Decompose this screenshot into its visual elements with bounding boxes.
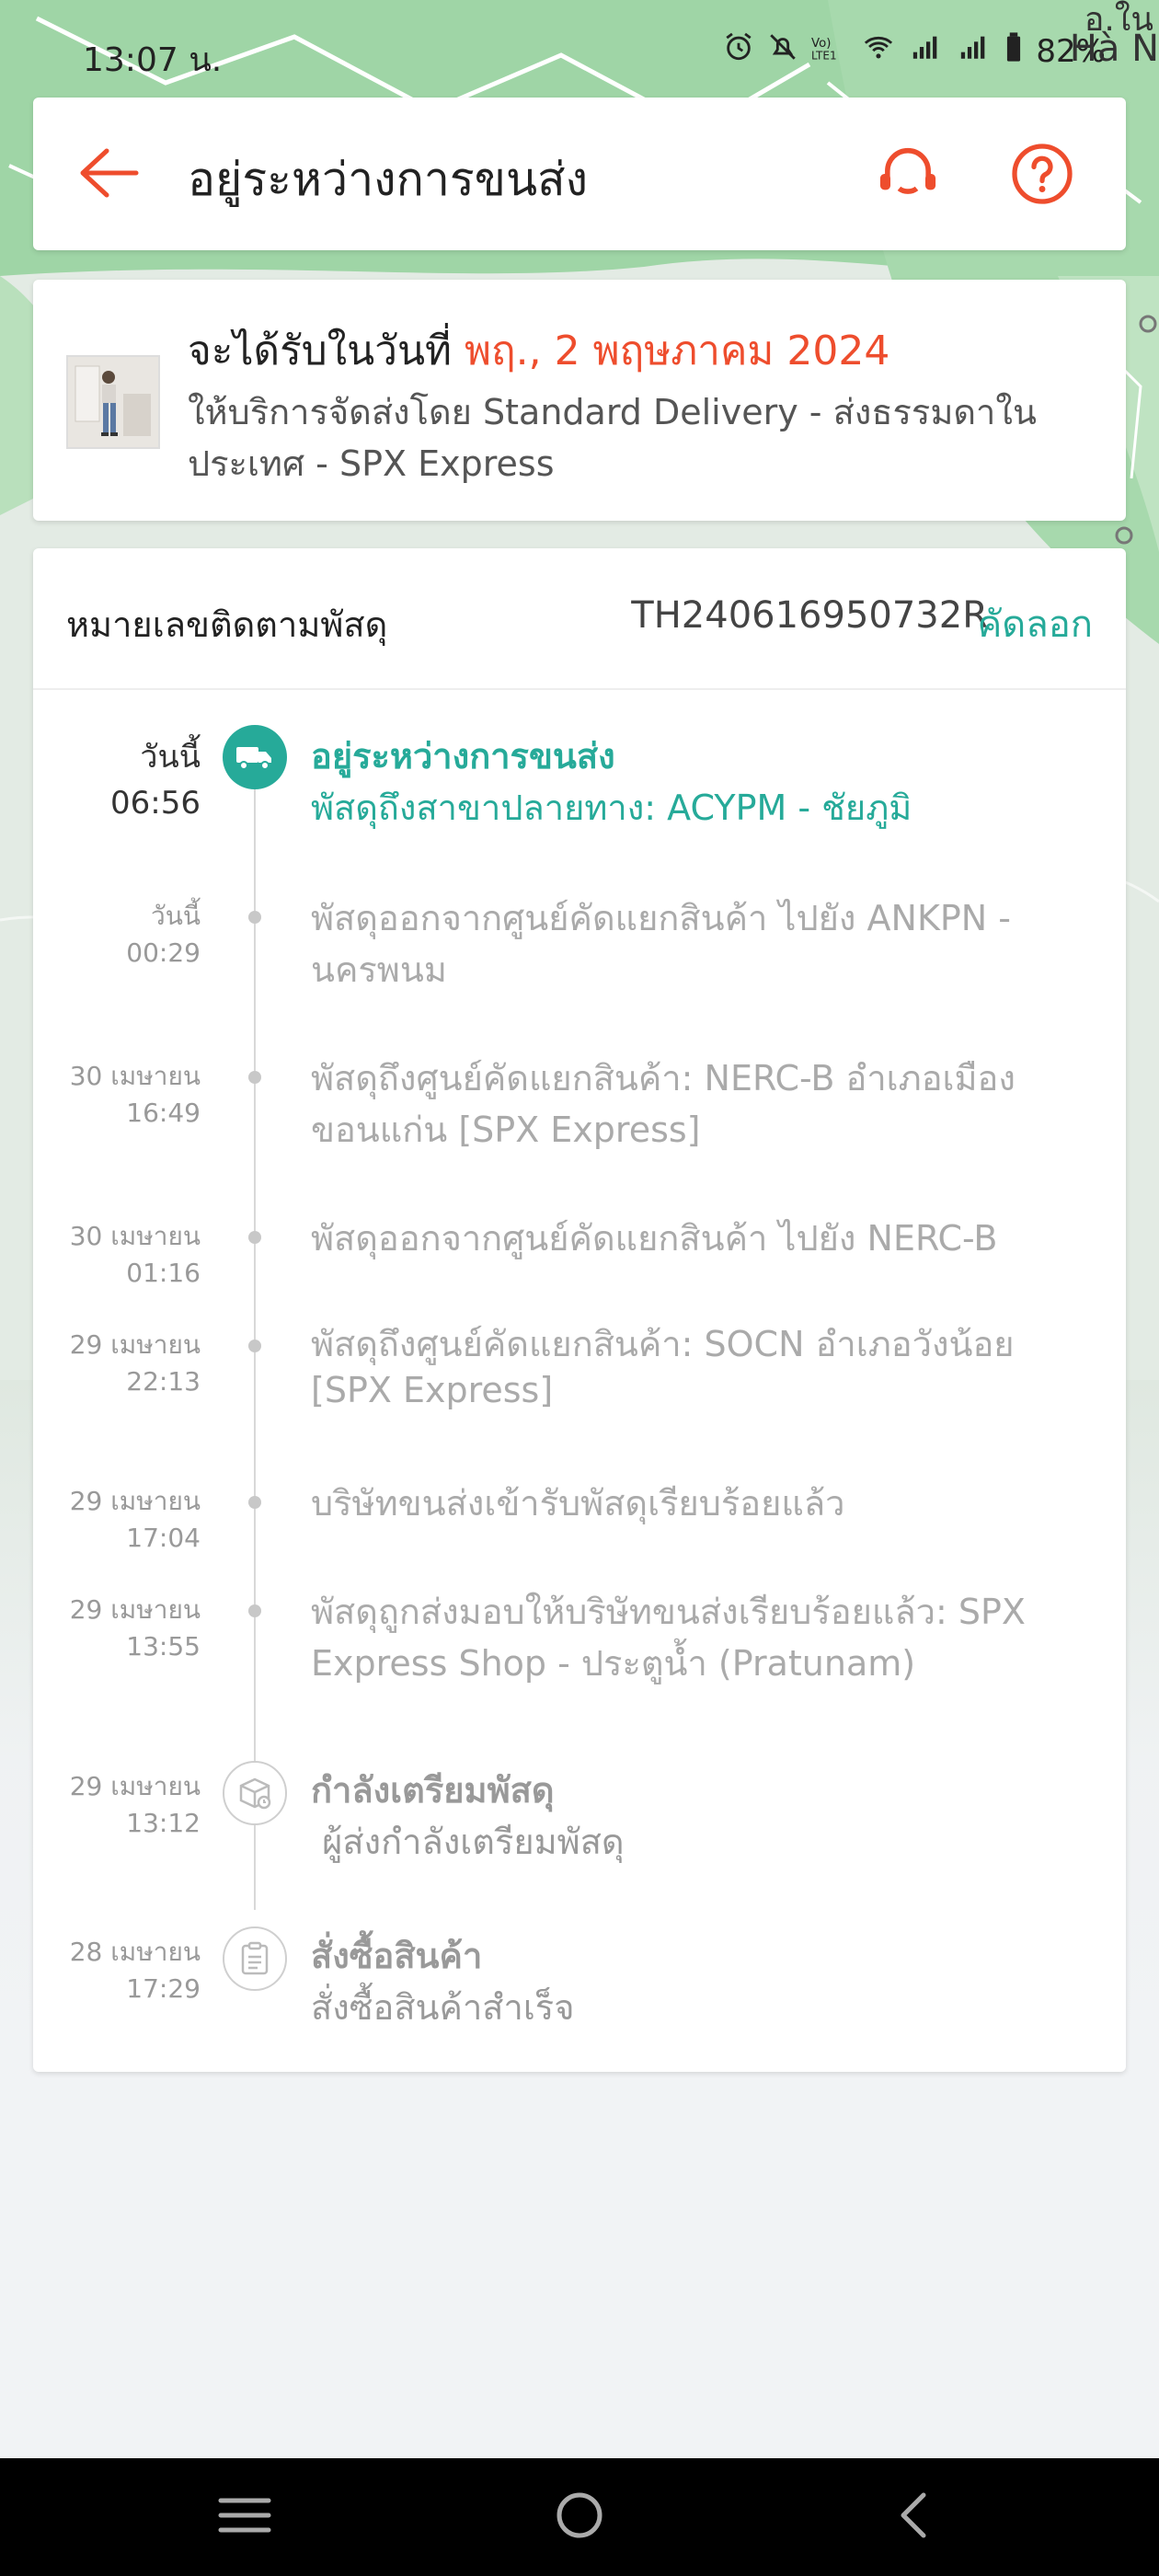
event-detail: พัสดุถึงสาขาปลายทาง: ACYPM - ชัยภูมิ [311, 788, 912, 828]
tracking-card: หมายเลขติดตามพัสดุ TH240616950732R คัดลอ… [33, 548, 1126, 2072]
question-icon [1009, 141, 1075, 211]
signal-icon [909, 31, 944, 71]
signal-icon [957, 31, 992, 71]
event-datetime: วันนี้ 00:29 [126, 898, 201, 972]
tracking-label: หมายเลขติดตามพัสดุ [66, 604, 388, 645]
event-datetime: 29 เมษายน 13:55 [70, 1592, 201, 1665]
event-datetime: วันนี้ 06:56 [110, 734, 201, 826]
event-datetime: 30 เมษายน 16:49 [70, 1058, 201, 1132]
event-time: 17:04 [126, 1523, 201, 1553]
recent-apps-button[interactable] [208, 2480, 281, 2554]
timeline-dot [248, 1340, 261, 1352]
event-time: 13:55 [126, 1631, 201, 1662]
event-detail: พัสดุถึงศูนย์คัดแยกสินค้า: NERC-B อำเภอเ… [311, 1058, 1016, 1150]
copy-button[interactable]: คัดลอก [978, 594, 1094, 653]
timeline-dot [248, 911, 261, 924]
arrow-left-icon [75, 145, 142, 204]
timeline-line [254, 760, 256, 1910]
event-detail: ผู้ส่งกำลังเตรียมพัสดุ [311, 1822, 625, 1862]
timeline-dot [248, 1496, 261, 1509]
mute-icon [767, 31, 798, 71]
headset-icon [873, 139, 943, 213]
home-circle-icon [554, 2490, 605, 2545]
timeline-dot [248, 1231, 261, 1244]
event-title: สั่งซื้อสินค้า [311, 1936, 483, 1976]
timeline-dot [248, 1071, 261, 1084]
clipboard-icon [223, 1926, 287, 1991]
event-date: 29 เมษายน [69, 1329, 201, 1360]
event-date: 28 เมษายน [69, 1937, 201, 1967]
event-detail: พัสดุออกจากศูนย์คัดแยกสินค้า ไปยัง NERC-… [311, 1218, 998, 1259]
support-button[interactable] [870, 138, 946, 213]
chevron-left-icon [896, 2490, 933, 2545]
event-datetime: 29 เมษายน 13:12 [70, 1768, 201, 1842]
event-detail: บริษัทขนส่งเข้ารับพัสดุเรียบร้อยแล้ว [311, 1483, 845, 1524]
event-title: อยู่ระหว่างการขนส่ง [311, 736, 615, 776]
event-text: อยู่ระหว่างการขนส่ง พัสดุถึงสาขาปลายทาง:… [311, 730, 1102, 834]
page-title: อยู่ระหว่างการขนส่ง [188, 153, 589, 206]
status-time: 13:07 น. [83, 41, 223, 79]
system-nav-bar [0, 2458, 1159, 2576]
event-detail: พัสดุถูกส่งมอบให้บริษัทขนส่งเรียบร้อยแล้… [311, 1592, 1026, 1684]
help-button[interactable] [1004, 138, 1080, 213]
event-date: 30 เมษายน [69, 1221, 201, 1251]
provider-text: ให้บริการจัดส่งโดย Standard Delivery - ส… [188, 392, 1037, 484]
alarm-icon [723, 31, 754, 71]
event-time: 01:16 [126, 1258, 201, 1288]
event-datetime: 30 เมษายน 01:16 [70, 1218, 201, 1292]
event-text: กำลังเตรียมพัสดุ ผู้ส่งกำลังเตรียมพัสดุ [311, 1765, 1102, 1868]
event-text: สั่งซื้อสินค้า สั่งซื้อสินค้าสำเร็จ [311, 1930, 1102, 2033]
status-bar: 13:07 น. Vo) LTE1 82% อ.ใน Hà N [0, 0, 1159, 101]
product-thumbnail[interactable] [66, 355, 160, 449]
event-time: 13:12 [126, 1808, 201, 1838]
wifi-icon [861, 31, 896, 71]
event-time: 00:29 [126, 937, 201, 968]
event-date: 29 เมษายน [69, 1771, 201, 1801]
tracking-header: หมายเลขติดตามพัสดุ TH240616950732R คัดลอ… [33, 548, 1126, 690]
tracking-number: TH240616950732R [631, 594, 988, 637]
home-button[interactable] [543, 2480, 616, 2554]
battery-icon [1004, 31, 1023, 71]
event-datetime: 29 เมษายน 17:04 [70, 1483, 201, 1557]
event-time: 22:13 [126, 1366, 201, 1397]
eta-line: จะได้รับในวันที่ พฤ., 2 พฤษภาคม 2024 [188, 318, 889, 383]
event-date: วันนี้ [150, 901, 201, 931]
volte-icon: Vo) LTE1 [811, 31, 848, 71]
truck-icon [223, 725, 287, 789]
back-button[interactable] [70, 136, 147, 213]
event-date: วันนี้ [140, 739, 201, 776]
timeline-dot [248, 1604, 261, 1617]
event-detail: สั่งซื้อสินค้าสำเร็จ [311, 1987, 575, 2028]
eta-date: พฤ., 2 พฤษภาคม 2024 [465, 328, 890, 374]
event-detail: พัสดุออกจากศูนย์คัดแยกสินค้า ไปยัง ANKPN… [311, 898, 1012, 990]
event-detail: พัสดุถึงศูนย์คัดแยกสินค้า: SOCN อำเภอวัง… [311, 1324, 1015, 1410]
event-date: 30 เมษายน [69, 1061, 201, 1091]
map-label: Hà N [1069, 28, 1159, 70]
delivery-info-card: จะได้รับในวันที่ พฤ., 2 พฤษภาคม 2024 ให้… [33, 280, 1126, 521]
package-icon [223, 1761, 287, 1825]
event-time: 16:49 [126, 1098, 201, 1128]
status-icons: Vo) LTE1 82% [723, 31, 1106, 71]
header-bar: อยู่ระหว่างการขนส่ง [33, 98, 1126, 250]
svg-text:LTE1: LTE1 [811, 49, 837, 62]
event-datetime: 28 เมษายน 17:29 [70, 1934, 201, 2007]
back-nav-button[interactable] [878, 2480, 951, 2554]
menu-icon [217, 2495, 272, 2539]
event-time: 17:29 [126, 1973, 201, 2004]
event-datetime: 29 เมษายน 22:13 [70, 1327, 201, 1400]
event-date: 29 เมษายน [69, 1594, 201, 1625]
eta-prefix: จะได้รับในวันที่ [188, 328, 453, 374]
event-date: 29 เมษายน [69, 1486, 201, 1516]
event-title: กำลังเตรียมพัสดุ [311, 1770, 555, 1811]
event-time: 06:56 [110, 785, 201, 822]
